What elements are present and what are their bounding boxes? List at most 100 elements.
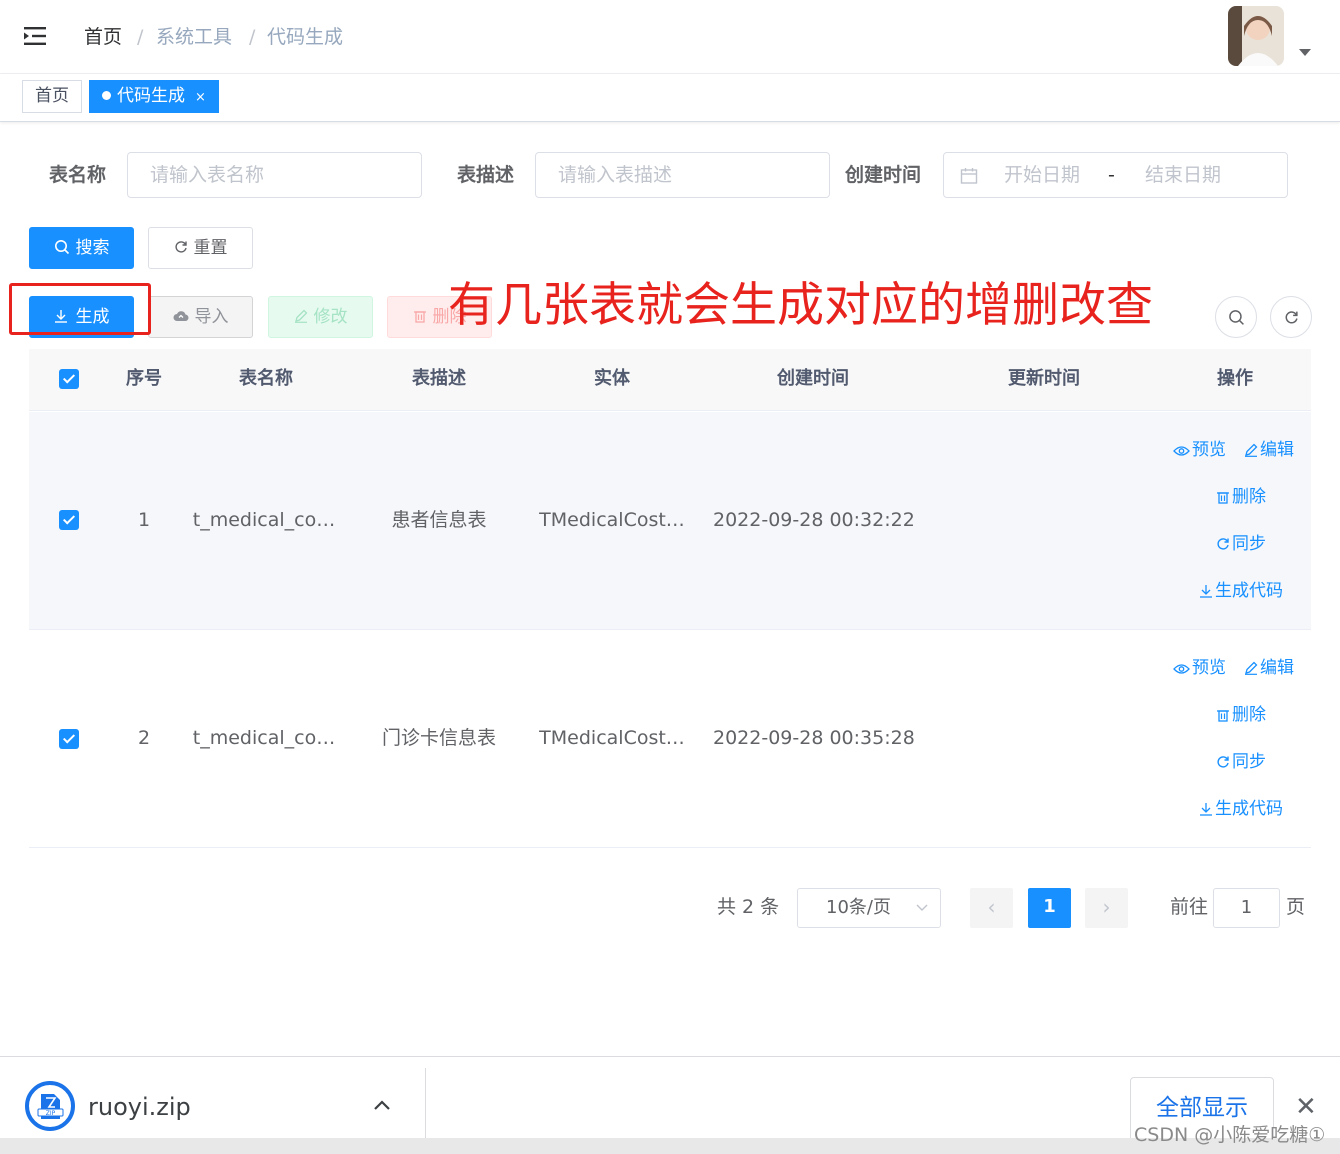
edit-link[interactable]: 编辑 [1244,657,1294,679]
row-checkbox[interactable] [59,729,79,749]
zip-file-icon: ZIP [25,1081,75,1131]
page-number-current[interactable]: 1 [1028,888,1071,928]
search-button[interactable]: 搜索 [29,227,134,269]
row-table-desc: 患者信息表 [391,509,487,531]
next-page-button[interactable]: › [1085,888,1128,928]
row-table-name: t_medical_co… [192,727,336,749]
annotation-highlight-box [9,283,151,335]
active-dot-icon [102,91,111,100]
page-size-value: 10条/页 [826,897,891,918]
row-created-time: 2022-09-28 00:35:28 [713,727,915,749]
breadcrumb-code-gen: 代码生成 [267,26,344,48]
sync-link[interactable]: 同步 [1216,533,1266,555]
prev-page-button[interactable]: ‹ [970,888,1013,928]
op-label: 同步 [1232,534,1266,554]
chevron-up-icon[interactable] [373,1096,391,1114]
edit-icon [1245,661,1258,675]
reset-button[interactable]: 重置 [148,227,253,269]
caret-down-icon[interactable] [1299,49,1311,56]
button-label: 重置 [193,238,228,258]
delete-link[interactable]: 删除 [1216,704,1266,726]
download-icon [1200,585,1212,598]
row-created-time: 2022-09-28 00:32:22 [713,509,915,531]
eye-icon [1173,446,1190,456]
edit-icon [294,309,307,323]
page-size-select[interactable]: 10条/页 [797,888,941,928]
eye-icon [1173,664,1190,674]
create-time-label: 创建时间 [845,164,922,186]
placeholder: 请输入表描述 [558,164,673,186]
tag-home[interactable]: 首页 [22,80,82,113]
start-date-placeholder[interactable]: 开始日期 [1004,153,1080,197]
breadcrumb-separator: / [249,26,256,48]
op-label: 编辑 [1260,658,1294,678]
row-checkbox[interactable] [59,510,79,530]
calendar-icon [960,168,978,184]
edit-button[interactable]: 修改 [268,296,373,338]
op-label: 预览 [1192,440,1226,460]
end-date-placeholder[interactable]: 结束日期 [1145,153,1221,197]
generate-code-link[interactable]: 生成代码 [1199,580,1283,602]
annotation-text: 有几张表就会生成对应的增删改查 [448,278,1153,333]
row-entity: TMedicalCost… [539,727,685,749]
goto-prefix: 前往 [1170,896,1209,918]
op-label: 编辑 [1260,440,1294,460]
tag-label: 代码生成 [117,86,185,106]
tag-label: 首页 [35,86,69,106]
column-header: 序号 [126,368,162,389]
table-name-label: 表名称 [49,164,107,186]
date-range-picker[interactable]: 开始日期 - 结束日期 [943,152,1288,198]
avatar[interactable] [1228,6,1284,66]
breadcrumb-system-tools[interactable]: 系统工具 [156,24,232,50]
button-label: 导入 [194,307,229,327]
placeholder: 请输入表名称 [150,164,265,186]
column-header: 表描述 [412,368,466,389]
refresh-icon [1217,538,1229,550]
column-header: 创建时间 [777,368,849,389]
watermark: CSDN @小陈爱吃糖① [1134,1124,1326,1146]
breadcrumb-home[interactable]: 首页 [84,24,122,50]
refresh-table-button[interactable] [1270,296,1312,338]
column-header: 操作 [1217,368,1253,389]
svg-text:ZIP: ZIP [46,1110,56,1117]
goto-suffix: 页 [1286,896,1306,918]
op-label: 生成代码 [1215,799,1283,819]
preview-link[interactable]: 预览 [1173,439,1226,461]
search-icon [54,240,69,255]
refresh-icon [1285,311,1298,324]
button-label: 搜索 [75,238,110,258]
divider [425,1068,426,1140]
download-file-name[interactable]: ruoyi.zip [88,1092,191,1122]
sync-link[interactable]: 同步 [1216,751,1266,773]
edit-link[interactable]: 编辑 [1244,439,1294,461]
breadcrumb-separator: / [137,26,144,48]
column-header: 实体 [594,368,630,389]
op-label: 删除 [1232,487,1266,507]
goto-page-input[interactable]: 1 [1213,888,1280,928]
close-icon[interactable]: × [195,90,206,105]
delete-icon [1217,492,1229,504]
preview-link[interactable]: 预览 [1173,657,1226,679]
close-icon[interactable]: ✕ [1295,1094,1317,1120]
row-index: 1 [137,509,151,531]
hamburger-icon[interactable] [24,26,48,46]
delete-icon [413,311,426,323]
row-entity: TMedicalCost… [539,509,685,531]
refresh-icon [1217,756,1229,768]
delete-link[interactable]: 删除 [1216,486,1266,508]
generate-code-link[interactable]: 生成代码 [1199,798,1283,820]
op-label: 预览 [1192,658,1226,678]
tag-code-gen[interactable]: 代码生成 × [89,80,219,113]
toggle-search-button[interactable] [1215,296,1257,338]
row-index: 2 [137,727,151,749]
select-all-checkbox[interactable] [59,369,79,389]
column-header: 更新时间 [1008,368,1080,389]
range-separator: - [1108,164,1115,186]
table-desc-input[interactable]: 请输入表描述 [535,152,830,198]
table-name-input[interactable]: 请输入表名称 [127,152,422,198]
import-button[interactable]: 导入 [148,296,253,338]
download-icon [1200,803,1212,816]
column-header: 表名称 [239,368,293,389]
button-label: 修改 [313,307,348,327]
pagination-total: 共 2 条 [717,896,780,918]
